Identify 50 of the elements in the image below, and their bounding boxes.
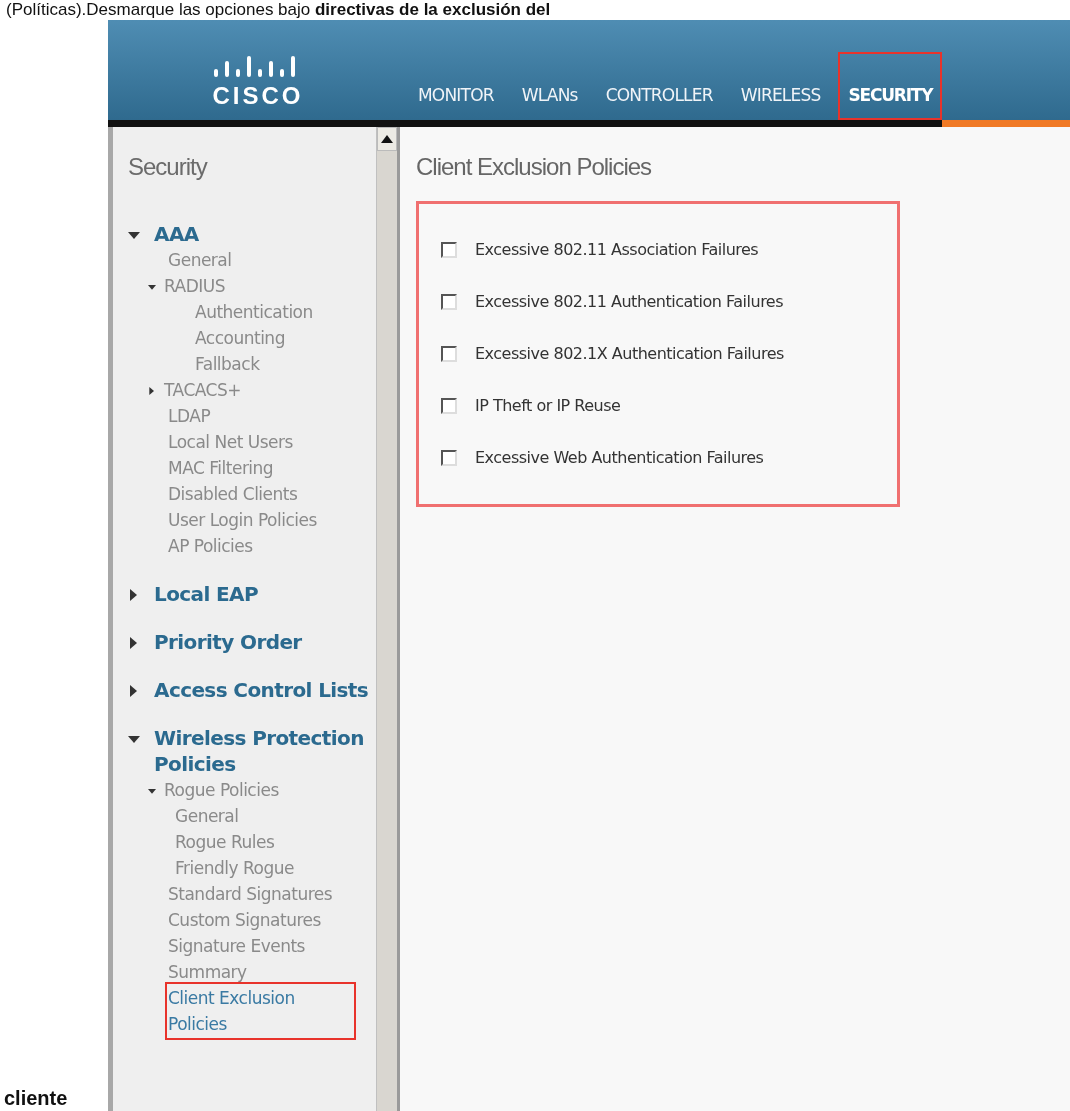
menu-group[interactable]: AAA bbox=[154, 221, 199, 247]
menu-item[interactable]: Friendly Rogue bbox=[175, 855, 294, 881]
page-title: Client Exclusion Policies bbox=[416, 152, 653, 182]
menu-group[interactable]: Local EAP bbox=[154, 581, 259, 607]
logo-text: CISCO bbox=[212, 82, 304, 110]
checkbox-label[interactable]: Excessive 802.11 Association Failures bbox=[475, 238, 759, 262]
checkbox[interactable] bbox=[441, 242, 457, 258]
menu-item[interactable]: Accounting bbox=[195, 325, 285, 351]
menu-item[interactable]: LDAP bbox=[168, 403, 211, 429]
menu-group[interactable]: Access Control Lists bbox=[154, 677, 369, 703]
scroll-up-button[interactable] bbox=[377, 127, 397, 151]
menu-item[interactable]: Disabled Clients bbox=[168, 481, 298, 507]
menu-group[interactable]: Rogue Policies bbox=[164, 777, 279, 803]
nav-tab[interactable]: WIRELESS bbox=[730, 52, 831, 120]
menu-item[interactable]: Local Net Users bbox=[168, 429, 293, 455]
menu-item[interactable]: General bbox=[168, 247, 232, 273]
intro-text: (Políticas).Desmarque las opciones bajo directivas de la exclusión del bbox=[6, 0, 551, 19]
menu-item[interactable]: AP Policies bbox=[168, 533, 253, 559]
menu-item[interactable]: MAC Filtering bbox=[168, 455, 274, 481]
menu-item[interactable]: Signature Events Summary bbox=[168, 933, 353, 985]
menu-item[interactable]: User Login Policies bbox=[168, 507, 317, 533]
checkbox-label[interactable]: Excessive 802.11 Authentication Failures bbox=[475, 290, 784, 314]
sidebar-title: Security bbox=[128, 152, 209, 182]
checkbox[interactable] bbox=[441, 346, 457, 362]
menu-item[interactable]: Client Exclusion Policies bbox=[168, 985, 353, 1037]
menu-item[interactable]: Authentication bbox=[195, 299, 313, 325]
checkbox[interactable] bbox=[441, 294, 457, 310]
nav-tab[interactable]: SECURITY bbox=[838, 52, 943, 120]
checkbox-label[interactable]: Excessive 802.1X Authentication Failures bbox=[475, 342, 784, 366]
checkbox[interactable] bbox=[441, 450, 457, 466]
nav-tab[interactable]: CONTROLLER bbox=[595, 52, 723, 120]
menu-group[interactable]: RADIUS bbox=[164, 273, 226, 299]
triangle-up-icon bbox=[381, 135, 393, 143]
menu-group[interactable]: Wireless Protection Policies bbox=[154, 725, 370, 777]
menu-group[interactable]: Priority Order bbox=[154, 629, 302, 655]
nav-tab[interactable]: WLANs bbox=[511, 52, 588, 120]
menu-item[interactable]: Fallback bbox=[195, 351, 260, 377]
checkbox-label[interactable]: Excessive Web Authentication Failures bbox=[475, 446, 764, 470]
menu-item[interactable]: Custom Signatures bbox=[168, 907, 321, 933]
menu-item[interactable]: Standard Signatures bbox=[168, 881, 333, 907]
menu-item[interactable]: General bbox=[175, 803, 239, 829]
triangle-right-icon[interactable] bbox=[148, 385, 156, 397]
nav-tab[interactable]: MONITOR bbox=[408, 52, 504, 120]
menu-item[interactable]: Rogue Rules bbox=[175, 829, 275, 855]
triangle-down-icon[interactable] bbox=[128, 733, 140, 745]
checkbox[interactable] bbox=[441, 398, 457, 414]
checkbox-label[interactable]: IP Theft or IP Reuse bbox=[475, 394, 621, 418]
trailing-text: cliente bbox=[4, 1086, 68, 1111]
triangle-down-icon[interactable] bbox=[128, 229, 140, 241]
menu-group[interactable]: TACACS+ bbox=[164, 377, 241, 403]
